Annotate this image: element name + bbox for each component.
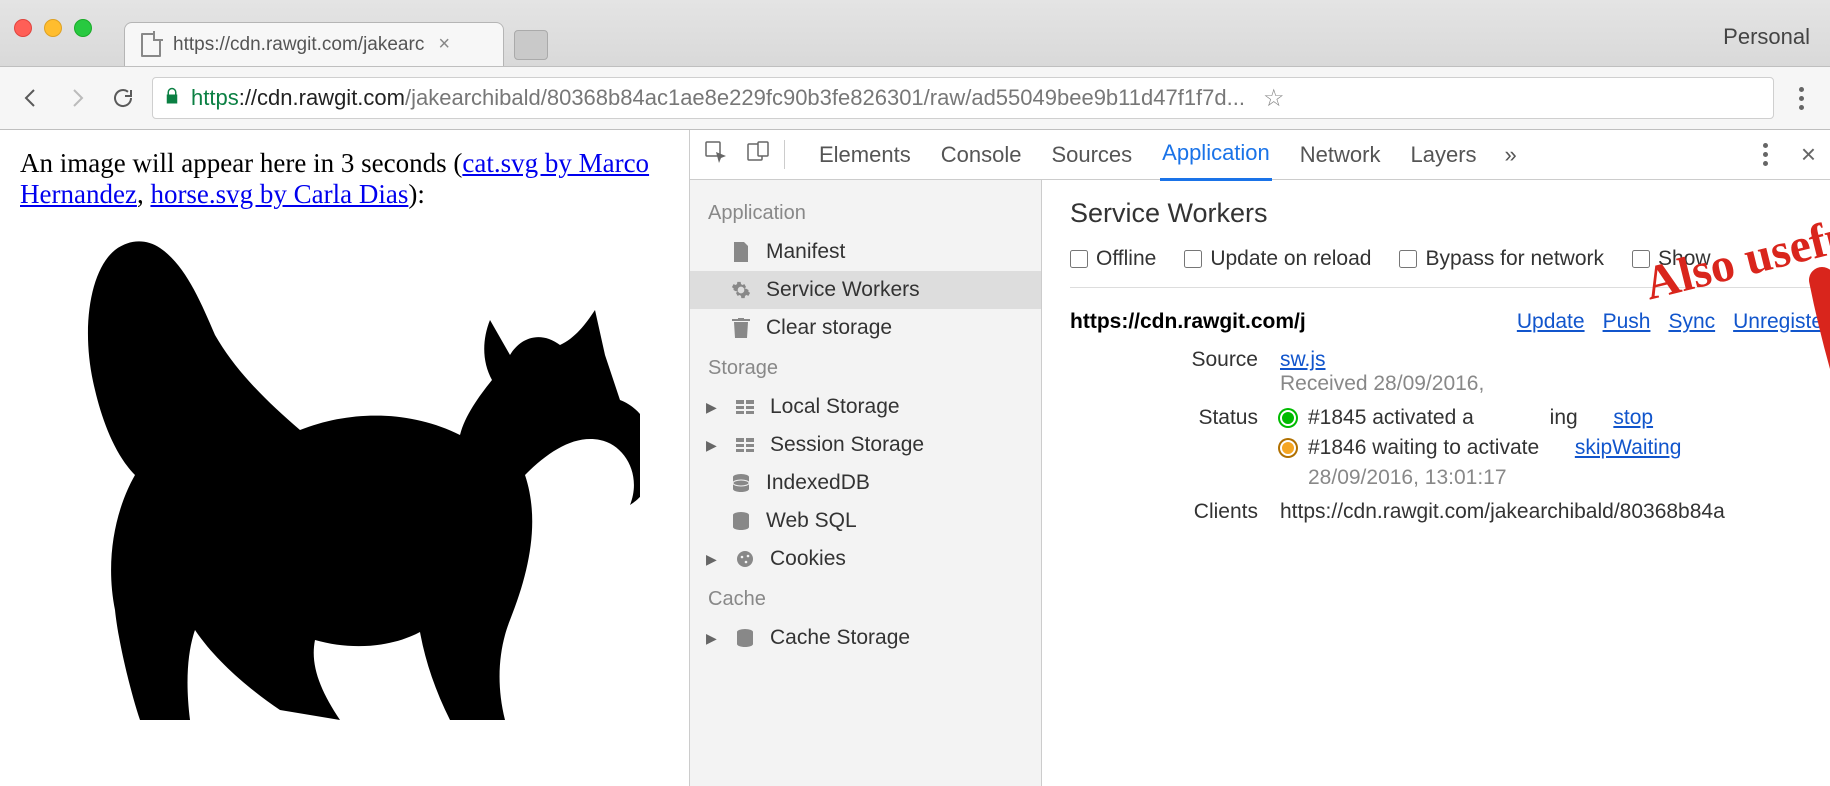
panel-title: Service Workers: [1070, 198, 1830, 229]
sidebar-item-label: Service Workers: [766, 278, 920, 302]
sw-status-active: #1845 activated a ing: [1308, 406, 1578, 430]
sidebar-item-session-storage[interactable]: ▶ Session Storage: [690, 426, 1041, 464]
sw-update-link[interactable]: Update: [1517, 310, 1585, 334]
sidebar-item-clear-storage[interactable]: Clear storage: [690, 309, 1041, 347]
devtools-tabbar: Elements Console Sources Application Net…: [690, 130, 1830, 180]
tab-application[interactable]: Application: [1160, 128, 1272, 181]
database-icon: [734, 627, 756, 649]
minimize-window-button[interactable]: [44, 19, 62, 37]
titlebar: https://cdn.rawgit.com/jakearc × Persona…: [0, 0, 1830, 66]
reload-button[interactable]: [106, 81, 140, 115]
page-text: An image will appear here in 3 seconds (…: [20, 148, 669, 210]
show-all-checkbox[interactable]: Show: [1632, 247, 1711, 271]
tab-sources[interactable]: Sources: [1049, 130, 1134, 180]
inspect-element-icon[interactable]: [704, 140, 728, 169]
sw-clients-value: https://cdn.rawgit.com/jakearchibald/803…: [1280, 500, 1830, 524]
link-horse-svg[interactable]: horse.svg by Carla Dias: [150, 179, 408, 209]
sidebar-item-cache-storage[interactable]: ▶ Cache Storage: [690, 619, 1041, 657]
tab-console[interactable]: Console: [939, 130, 1024, 180]
sidebar-item-manifest[interactable]: Manifest: [690, 233, 1041, 271]
sidebar-item-cookies[interactable]: ▶ Cookies: [690, 540, 1041, 578]
sidebar-item-label: Cookies: [770, 547, 846, 571]
sidebar-item-label: Local Storage: [770, 395, 900, 419]
toolbar: https://cdn.rawgit.com/jakearchibald/803…: [0, 66, 1830, 130]
address-bar[interactable]: https://cdn.rawgit.com/jakearchibald/803…: [152, 77, 1774, 119]
url-text: https://cdn.rawgit.com/jakearchibald/803…: [191, 85, 1245, 111]
sidebar-group-application: Application: [690, 192, 1041, 233]
sw-sync-link[interactable]: Sync: [1668, 310, 1715, 334]
service-workers-panel: Service Workers Offline Update on reload…: [1042, 180, 1830, 786]
status-dot-waiting-icon: [1280, 440, 1296, 456]
trash-icon: [730, 317, 752, 339]
maximize-window-button[interactable]: [74, 19, 92, 37]
file-icon: [141, 33, 161, 57]
database-icon: [730, 510, 752, 532]
close-window-button[interactable]: [14, 19, 32, 37]
sw-received-text: Received 28/09/2016,: [1280, 372, 1484, 395]
sidebar-item-label: Web SQL: [766, 509, 857, 533]
sw-status-time: 28/09/2016, 13:01:17: [1280, 466, 1830, 490]
browser-tab[interactable]: https://cdn.rawgit.com/jakearc ×: [124, 22, 504, 66]
sw-status-waiting: #1846 waiting to activate: [1308, 436, 1539, 460]
expand-icon[interactable]: ▶: [706, 399, 720, 416]
sw-options-row: Offline Update on reload Bypass for netw…: [1070, 247, 1830, 288]
sidebar-item-label: Manifest: [766, 240, 845, 264]
sidebar-item-label: Cache Storage: [770, 626, 910, 650]
cat-image: [20, 220, 669, 747]
devtools-menu-button[interactable]: [1751, 143, 1781, 166]
label-clients: Clients: [1070, 500, 1280, 524]
sidebar-item-web-sql[interactable]: Web SQL: [690, 502, 1041, 540]
forward-button[interactable]: [60, 81, 94, 115]
label-status: Status: [1070, 406, 1280, 490]
file-icon: [730, 241, 752, 263]
tab-layers[interactable]: Layers: [1408, 130, 1478, 180]
back-button[interactable]: [14, 81, 48, 115]
update-on-reload-checkbox[interactable]: Update on reload: [1184, 247, 1371, 271]
sidebar-item-indexeddb[interactable]: IndexedDB: [690, 464, 1041, 502]
status-dot-active-icon: [1280, 410, 1296, 426]
label-source: Source: [1070, 348, 1280, 396]
browser-menu-button[interactable]: [1786, 87, 1816, 110]
gear-icon: [730, 279, 752, 301]
sw-source-link[interactable]: sw.js: [1280, 348, 1326, 371]
expand-icon[interactable]: ▶: [706, 437, 720, 454]
sidebar-group-cache: Cache: [690, 578, 1041, 619]
sw-stop-link[interactable]: stop: [1613, 406, 1653, 430]
tab-network[interactable]: Network: [1298, 130, 1383, 180]
tab-title: https://cdn.rawgit.com/jakearc: [173, 34, 424, 56]
sidebar-item-service-workers[interactable]: Service Workers: [690, 271, 1041, 309]
expand-icon[interactable]: ▶: [706, 551, 720, 568]
device-toolbar-icon[interactable]: [746, 140, 770, 169]
bypass-network-checkbox[interactable]: Bypass for network: [1399, 247, 1604, 271]
cookie-icon: [734, 548, 756, 570]
sidebar-item-label: Clear storage: [766, 316, 892, 340]
profile-label[interactable]: Personal: [1723, 24, 1810, 50]
sidebar-group-storage: Storage: [690, 347, 1041, 388]
tabs-overflow-button[interactable]: »: [1505, 142, 1517, 168]
tab-elements[interactable]: Elements: [817, 130, 913, 180]
sidebar-item-local-storage[interactable]: ▶ Local Storage: [690, 388, 1041, 426]
devtools-close-button[interactable]: ×: [1801, 139, 1816, 170]
page-content: An image will appear here in 3 seconds (…: [0, 130, 690, 786]
sw-unregister-link[interactable]: Unregister: [1733, 310, 1830, 334]
sw-skipwaiting-link[interactable]: skipWaiting: [1575, 436, 1682, 460]
offline-checkbox[interactable]: Offline: [1070, 247, 1156, 271]
bookmark-star-icon[interactable]: ☆: [1263, 84, 1285, 113]
sidebar-item-label: IndexedDB: [766, 471, 870, 495]
lock-icon: [163, 86, 181, 111]
devtools-panel: Elements Console Sources Application Net…: [690, 130, 1830, 786]
table-icon: [734, 434, 756, 456]
expand-icon[interactable]: ▶: [706, 630, 720, 647]
sidebar-item-label: Session Storage: [770, 433, 924, 457]
window-controls: [14, 19, 92, 37]
sw-origin: https://cdn.rawgit.com/j: [1070, 310, 1306, 334]
new-tab-button[interactable]: [514, 30, 548, 60]
table-icon: [734, 396, 756, 418]
database-icon: [730, 472, 752, 494]
close-tab-button[interactable]: ×: [438, 33, 450, 56]
sw-push-link[interactable]: Push: [1603, 310, 1651, 334]
application-sidebar: Application Manifest Service Workers Cle…: [690, 180, 1042, 786]
